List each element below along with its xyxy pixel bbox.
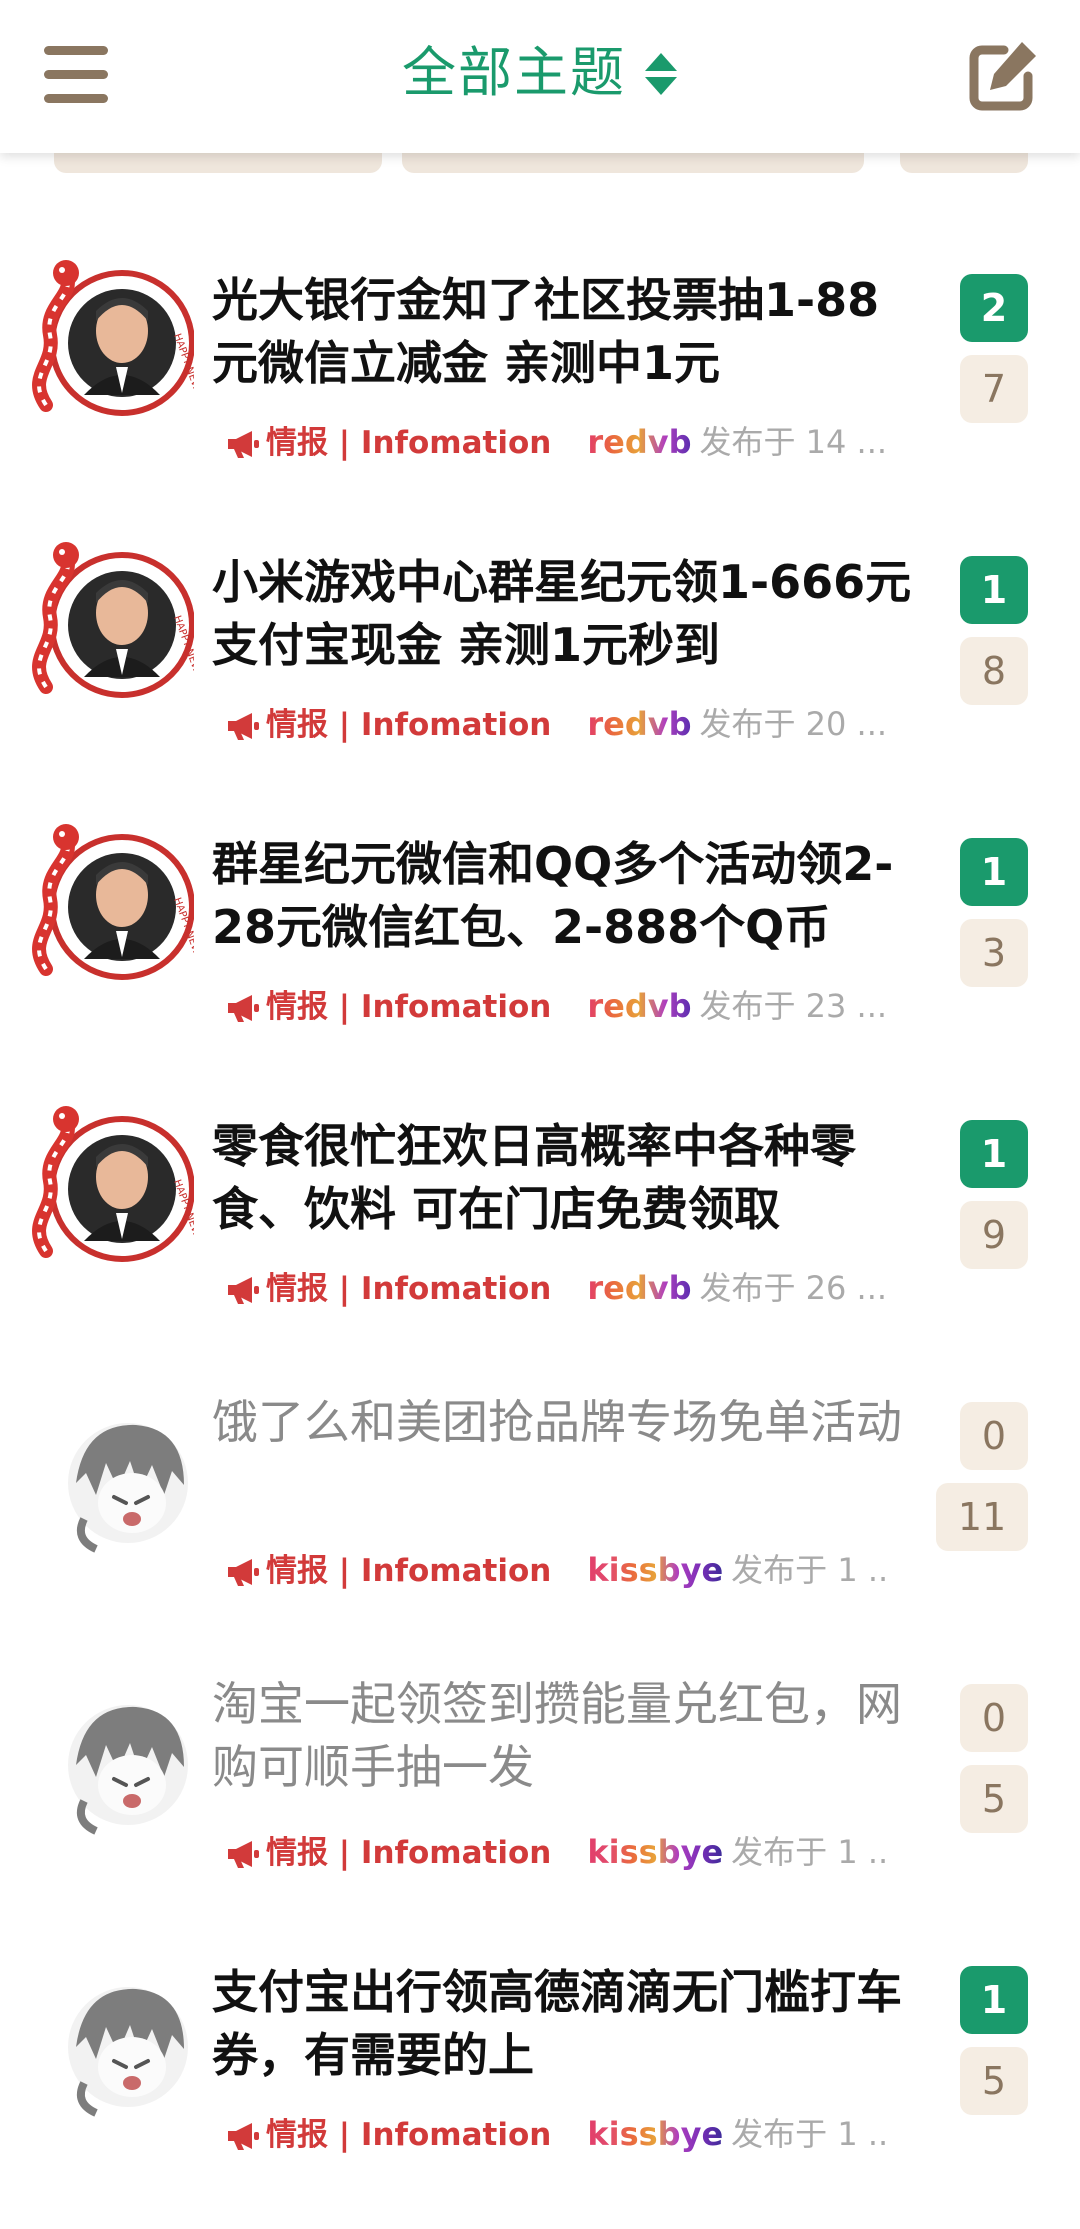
topic-title[interactable]: 支付宝出行领高德滴滴无门槛打车券，有需要的上 [212,1961,912,2087]
category-label: 情报 | Infomation [266,2117,552,2153]
view-count-badge: 7 [960,355,1028,423]
user-avatar-kissbye[interactable] [44,1963,212,2131]
reply-count-badge: 0 [960,1684,1028,1752]
posted-time: 发布于 20 ... [699,705,886,743]
category-label: 情报 | Infomation [266,989,552,1025]
posted-time: 发布于 1 ... [731,1833,886,1871]
topic-row[interactable]: HAPPY NEW YEAR 光大银行金知了社区投票抽1-88元微信立减金 亲测… [0,255,1080,537]
reply-count-badge: 1 [960,838,1028,906]
category-badge[interactable]: 情报 | Infomation [226,425,551,461]
category-badge[interactable]: 情报 | Infomation [226,1835,551,1871]
reply-count-badge: 1 [960,556,1028,624]
hidden-tab-strip [0,153,1080,173]
topic-meta: 情报 | Infomation redvb 发布于 20 ... [226,702,886,747]
posted-time: 发布于 1 ... [731,2115,886,2153]
category-badge[interactable]: 情报 | Infomation [226,1271,551,1307]
view-count-badge: 8 [960,637,1028,705]
view-count-badge: 11 [936,1483,1028,1551]
reply-count-badge: 1 [960,1966,1028,2034]
megaphone-icon [228,1559,259,1586]
view-count-badge: 5 [960,1765,1028,1833]
sort-toggle-icon [645,53,677,95]
megaphone-icon [228,995,259,1022]
posted-time: 发布于 26 ... [699,1269,886,1307]
category-badge[interactable]: 情报 | Infomation [226,989,551,1025]
user-avatar-redvb[interactable]: HAPPY NEW YEAR [26,1101,212,1269]
category-label: 情报 | Infomation [266,425,552,461]
category-badge[interactable]: 情报 | Infomation [226,707,551,743]
category-label: 情报 | Infomation [266,1271,552,1307]
category-label: 情报 | Infomation [266,707,552,743]
user-avatar-kissbye[interactable] [44,1681,212,1849]
megaphone-icon [228,2123,259,2150]
topic-title[interactable]: 淘宝一起领签到攒能量兑红包，网购可顺手抽一发 [212,1673,912,1799]
topic-meta: 情报 | Infomation redvb 发布于 26 ... [226,1266,886,1311]
topic-meta: 情报 | Infomation redvb 发布于 23 ... [226,984,886,1029]
topic-title[interactable]: 饿了么和美团抢品牌专场免单活动 [212,1391,912,1454]
topic-meta: 情报 | Infomation kissbye 发布于 1 ... [226,1548,886,1593]
topic-row[interactable]: HAPPY NEW YEAR 小米游戏中心群星纪元领1-666元支付宝现金 亲测… [0,537,1080,819]
top-app-bar: 全部主题 [0,0,1080,153]
topic-row[interactable]: HAPPY NEW YEAR 零食很忙狂欢日高概率中各种零食、饮料 可在门店免费… [0,1101,1080,1383]
posted-time: 发布于 1 ... [731,1551,886,1589]
category-badge[interactable]: 情报 | Infomation [226,1553,551,1589]
topic-row[interactable]: HAPPY NEW YEAR 群星纪元微信和QQ多个活动领2-28元微信红包、2… [0,819,1080,1101]
compose-icon[interactable] [966,36,1042,112]
reply-count-badge: 0 [960,1402,1028,1470]
topic-row[interactable]: 饿了么和美团抢品牌专场免单活动情报 | Infomation kissbye 发布于… [0,1383,1080,1665]
reply-count-badge: 1 [960,1120,1028,1188]
author-name[interactable]: redvb [587,423,691,461]
topic-meta: 情报 | Infomation redvb 发布于 14 ... [226,420,886,465]
user-avatar-redvb[interactable]: HAPPY NEW YEAR [26,255,212,423]
author-name[interactable]: redvb [587,1269,691,1307]
megaphone-icon [228,713,259,740]
topic-row[interactable]: 淘宝一起领签到攒能量兑红包，网购可顺手抽一发情报 | Infomation kis… [0,1665,1080,1947]
megaphone-icon [228,1841,259,1868]
topic-title[interactable]: 群星纪元微信和QQ多个活动领2-28元微信红包、2-888个Q币 [212,833,912,959]
author-name[interactable]: redvb [587,987,691,1025]
topic-meta: 情报 | Infomation kissbye 发布于 1 ... [226,1830,886,1875]
view-count-badge: 3 [960,919,1028,987]
user-avatar-redvb[interactable]: HAPPY NEW YEAR [26,537,212,705]
user-avatar-redvb[interactable]: HAPPY NEW YEAR [26,819,212,987]
topic-title[interactable]: 小米游戏中心群星纪元领1-666元支付宝现金 亲测1元秒到 [212,551,912,677]
category-badge[interactable]: 情报 | Infomation [226,2117,551,2153]
category-label: 情报 | Infomation [266,1553,552,1589]
view-count-badge: 9 [960,1201,1028,1269]
topic-title[interactable]: 光大银行金知了社区投票抽1-88元微信立减金 亲测中1元 [212,269,912,395]
posted-time: 发布于 23 ... [699,987,886,1025]
author-name[interactable]: redvb [587,705,691,743]
reply-count-badge: 2 [960,274,1028,342]
topic-title[interactable]: 零食很忙狂欢日高概率中各种零食、饮料 可在门店免费领取 [212,1115,912,1241]
megaphone-icon [228,431,259,458]
author-name[interactable]: kissbye [587,1833,723,1871]
category-label: 情报 | Infomation [266,1835,552,1871]
author-name[interactable]: kissbye [587,1551,723,1589]
megaphone-icon [228,1277,259,1304]
user-avatar-kissbye[interactable] [44,1399,212,1567]
topic-row[interactable]: 支付宝出行领高德滴滴无门槛打车券，有需要的上情报 | Infomation kis… [0,1947,1080,2229]
topic-filter-dropdown[interactable]: 全部主题 [0,36,1080,110]
page-title: 全部主题 [402,41,626,104]
topic-meta: 情报 | Infomation kissbye 发布于 1 ... [226,2112,886,2157]
posted-time: 发布于 14 ... [699,423,886,461]
author-name[interactable]: kissbye [587,2115,723,2153]
view-count-badge: 5 [960,2047,1028,2115]
